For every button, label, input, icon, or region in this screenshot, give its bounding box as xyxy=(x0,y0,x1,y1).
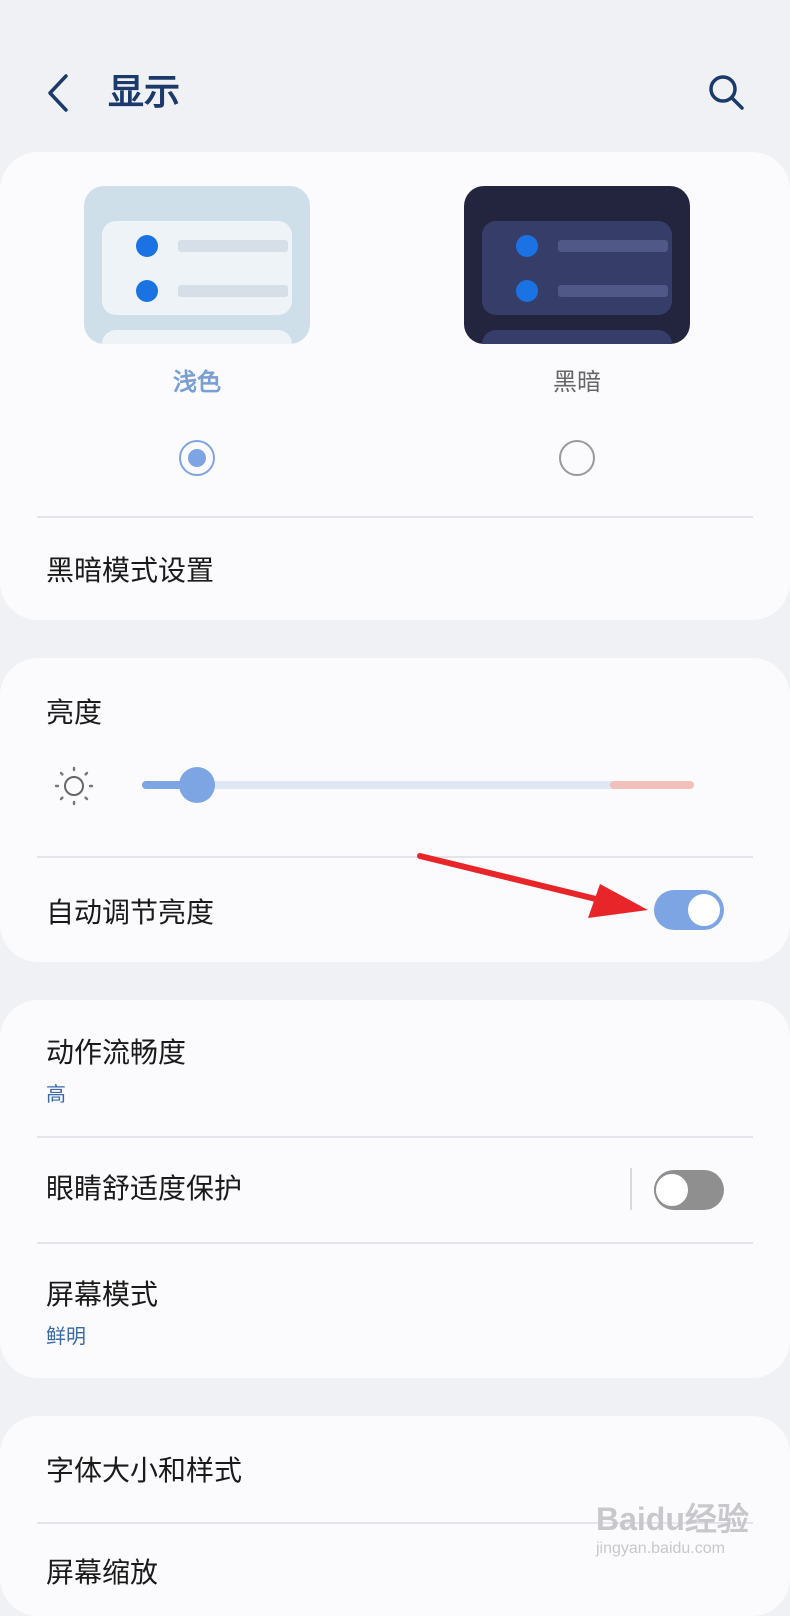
brightness-slider-high-zone xyxy=(610,781,694,789)
search-icon xyxy=(709,75,744,110)
dark-theme-preview[interactable] xyxy=(464,186,690,344)
chevron-left-icon xyxy=(48,74,68,112)
dark-theme-label: 黑暗 xyxy=(553,368,601,396)
light-theme-radio[interactable] xyxy=(179,440,215,476)
dark-theme-radio[interactable] xyxy=(559,440,595,476)
preview-panel xyxy=(102,330,292,344)
screen-zoom-item[interactable]: 屏幕缩放 xyxy=(46,1554,158,1592)
preview-line xyxy=(558,240,668,252)
brightness-slider-thumb[interactable] xyxy=(179,767,216,803)
light-theme-preview[interactable] xyxy=(84,186,310,344)
motion-smoothness-value: 高 xyxy=(46,1082,66,1106)
toggle-knob xyxy=(686,892,722,928)
divider xyxy=(37,856,753,858)
vertical-separator xyxy=(630,1168,632,1210)
divider xyxy=(37,1136,753,1138)
preview-panel xyxy=(102,221,292,315)
screen-mode-label: 屏幕模式 xyxy=(46,1278,159,1311)
auto-brightness-toggle[interactable] xyxy=(654,890,724,930)
brightness-card: 亮度 自动调节亮度 xyxy=(0,658,790,962)
back-button[interactable] xyxy=(40,70,80,116)
divider xyxy=(37,516,753,518)
divider xyxy=(37,1242,753,1244)
preview-dot xyxy=(136,280,158,302)
top-app-bar: 显示 xyxy=(0,0,790,150)
screen-mode-value: 鲜明 xyxy=(46,1324,86,1348)
preview-line xyxy=(558,285,668,297)
motion-smoothness-label: 动作流畅度 xyxy=(46,1036,187,1069)
preview-panel xyxy=(482,221,672,315)
brightness-label: 亮度 xyxy=(46,696,103,729)
brightness-slider[interactable] xyxy=(142,781,694,789)
preview-dot xyxy=(516,280,538,302)
preview-dot xyxy=(136,235,158,257)
watermark-text: Baidu经验 xyxy=(596,1501,749,1537)
preview-panel xyxy=(482,330,672,344)
baidu-watermark: Baidu经验 jingyan.baidu.com xyxy=(596,1480,786,1575)
display-options-card: 动作流畅度 高 眼睛舒适度保护 屏幕模式 鲜明 xyxy=(0,1000,790,1378)
dark-mode-settings-item[interactable]: 黑暗模式设置 xyxy=(46,552,214,590)
light-theme-label: 浅色 xyxy=(173,368,221,396)
watermark-url: jingyan.baidu.com xyxy=(596,1540,725,1557)
auto-brightness-label: 自动调节亮度 xyxy=(46,896,215,929)
toggle-knob xyxy=(654,1172,690,1208)
eye-comfort-item[interactable]: 眼睛舒适度保护 xyxy=(46,1170,242,1208)
preview-line xyxy=(178,285,288,297)
eye-comfort-toggle[interactable] xyxy=(654,1170,724,1210)
sun-icon xyxy=(54,766,94,806)
search-button[interactable] xyxy=(704,70,750,116)
page-title: 显示 xyxy=(108,72,181,113)
preview-line xyxy=(178,240,288,252)
font-size-style-item[interactable]: 字体大小和样式 xyxy=(46,1452,242,1490)
theme-card: 浅色 黑暗 黑暗模式设置 xyxy=(0,152,790,620)
preview-dot xyxy=(516,235,538,257)
